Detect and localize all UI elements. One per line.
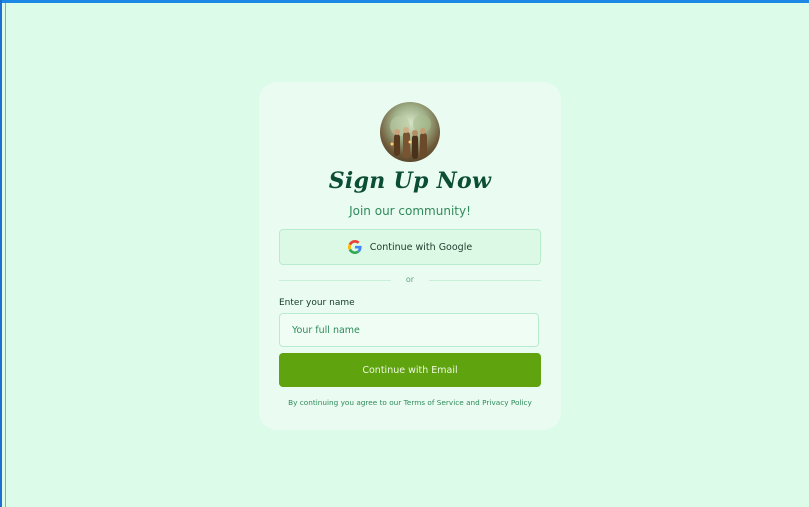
window-left-border-inner [5,0,6,507]
signup-card: Sign Up Now Join our community! Continue… [259,82,561,430]
name-field-label: Enter your name [279,298,355,308]
community-photo-avatar [380,102,440,162]
window-top-border [0,0,809,3]
page-title: Sign Up Now [328,168,492,194]
name-input[interactable] [279,313,539,347]
privacy-policy-link[interactable]: Privacy Policy [482,398,532,407]
continue-with-email-button[interactable]: Continue with Email [279,353,541,387]
window-left-border [0,0,2,507]
divider-text: or [405,275,415,284]
legal-notice: By continuing you agree to our Terms of … [259,398,561,407]
terms-of-service-link[interactable]: Terms of Service [404,398,464,407]
page-subtitle: Join our community! [349,204,471,218]
google-g-icon [347,240,362,254]
continue-with-google-button[interactable]: Continue with Google [279,229,541,265]
legal-and: and [463,398,483,407]
or-divider: or [279,275,541,287]
google-button-label: Continue with Google [369,241,473,253]
legal-prefix: By continuing you agree to our [288,398,404,407]
